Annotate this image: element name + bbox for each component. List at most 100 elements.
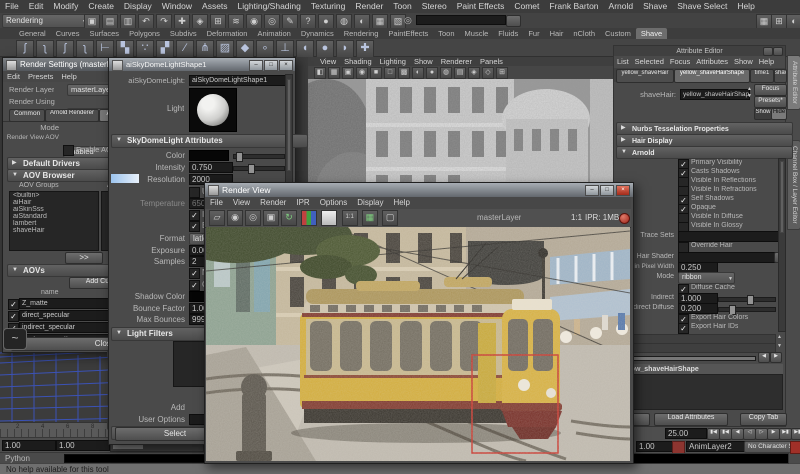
slider-handle[interactable] [747, 295, 754, 305]
list-item[interactable]: lambert [10, 220, 98, 227]
snapshot-icon[interactable]: ▣ [263, 210, 279, 226]
shelf-item-icon[interactable]: ▨ [216, 40, 234, 58]
scrollbar-thumb[interactable] [780, 161, 784, 233]
panel-menu-item[interactable]: Lighting [376, 57, 410, 66]
viewport-tool-icon[interactable]: ◧ [314, 67, 326, 79]
notes-left-button[interactable]: ◀ [758, 352, 770, 363]
maximize-button[interactable]: □ [264, 60, 278, 71]
ae-menu-item[interactable]: Attributes [693, 56, 731, 67]
viewport-tool-icon[interactable]: ▤ [454, 67, 466, 79]
indirect-diffuse-field[interactable]: 0.200 [678, 303, 718, 314]
shelf-item-icon[interactable]: ◆ [236, 40, 254, 58]
script-output-bar[interactable] [613, 453, 789, 464]
viewport-tool-icon[interactable]: ◇ [482, 67, 494, 79]
search-icon[interactable]: ◎ [404, 15, 412, 26]
skydome-node-field[interactable]: aiSkyDomeLightShape1 [189, 75, 293, 86]
range-start2-field[interactable]: 1.00 [56, 440, 110, 451]
rv-menu-item[interactable]: IPR [291, 197, 314, 209]
list-item[interactable]: aiStandard [10, 213, 98, 220]
search-options-button[interactable] [506, 15, 521, 27]
shelf-item-icon[interactable]: ∘ [256, 40, 274, 58]
maximize-button[interactable]: □ [600, 185, 614, 196]
viewport-tool-icon[interactable]: ▩ [398, 67, 410, 79]
alpha-channel-icon[interactable] [321, 210, 337, 226]
shelf-item-icon[interactable]: ◗ [336, 40, 354, 58]
shelf-item-icon[interactable]: ʃ [16, 40, 34, 58]
go-to-end-button[interactable]: ▶▮ [791, 428, 800, 440]
list-item[interactable]: shaveHair [10, 227, 98, 234]
normalize-checkbox[interactable]: ✓ [189, 268, 200, 279]
trace-sets-field[interactable] [678, 231, 784, 242]
shelf-item-icon[interactable]: ʃ [56, 40, 74, 58]
region-render-icon[interactable]: ▦ [362, 210, 378, 226]
panel-pin-button[interactable] [763, 47, 773, 56]
mode-dropdown[interactable]: ribbon▼ [678, 272, 735, 284]
menu-item[interactable]: Shave [638, 0, 672, 13]
rv-menu-item[interactable]: Options [315, 197, 353, 209]
light-sample-swatch[interactable] [189, 88, 237, 132]
ae-menu-item[interactable]: Help [756, 56, 777, 67]
redo-render-icon[interactable]: ◎ [245, 210, 261, 226]
move-aov-button[interactable]: >> [65, 252, 103, 264]
rv-image-area[interactable] [206, 227, 630, 461]
intensity-slider[interactable] [233, 166, 285, 171]
focus-button[interactable]: Focus [754, 84, 787, 96]
shelf-tab[interactable]: Fur [523, 28, 544, 39]
slider-handle[interactable] [248, 164, 255, 174]
panel-menu-item[interactable]: Show [410, 57, 437, 66]
list-item[interactable]: <builtin> [10, 192, 98, 199]
panel-menu-item[interactable]: View [316, 57, 340, 66]
rgb-channels-icon[interactable] [301, 210, 317, 226]
rs-menu-item[interactable]: Presets [24, 71, 57, 82]
indirect-diffuse-slider[interactable] [718, 307, 776, 312]
swap-up-icon[interactable]: ▲ [747, 86, 752, 92]
panel-close-button[interactable] [773, 47, 783, 56]
ae-menu-item[interactable]: Selected [632, 56, 667, 67]
rv-menu-item[interactable]: Display [352, 197, 388, 209]
ae-menu-item[interactable]: Show [731, 56, 756, 67]
shelf-item-icon[interactable]: ʅ [36, 40, 54, 58]
render-view-window[interactable]: Render View – □ × FileViewRenderIPROptio… [204, 182, 634, 464]
close-button[interactable]: × [279, 60, 293, 71]
menu-item[interactable]: Frank Barton [544, 0, 603, 13]
anim-layer-field[interactable]: AnimLayer2 [686, 441, 746, 452]
shelf-item-icon[interactable]: ● [316, 40, 334, 58]
minimize-button[interactable]: – [249, 60, 263, 71]
open-image-icon[interactable]: ▱ [209, 210, 225, 226]
intensity-field[interactable]: 0.750 [189, 162, 233, 173]
rv-menu-item[interactable]: Help [389, 197, 415, 209]
shelf-tab[interactable]: Custom [600, 28, 636, 39]
notes-resize-slider[interactable] [616, 356, 756, 361]
shelf-item-icon[interactable]: ʅ [76, 40, 94, 58]
menu-item-help[interactable]: Help [732, 0, 759, 13]
menu-item[interactable]: Arnold [604, 0, 639, 13]
hide-button[interactable]: Hide [771, 108, 787, 120]
rv-menu-item[interactable]: File [205, 197, 228, 209]
shelf-tab[interactable]: Curves [51, 28, 85, 39]
close-button[interactable]: × [616, 185, 630, 196]
load-attributes-button[interactable]: Load Attributes [654, 413, 728, 426]
viewport-tool-icon[interactable]: ◍ [440, 67, 452, 79]
show-button[interactable]: Show [754, 108, 772, 120]
copy-tab-button[interactable]: Copy Tab [740, 413, 787, 426]
ae-menu-item[interactable]: List [614, 56, 632, 67]
color-slider[interactable] [233, 154, 285, 159]
aov-name-field[interactable]: direct_specular [19, 310, 109, 321]
ae-scrollbar[interactable] [778, 158, 786, 332]
aov-row-checkbox[interactable]: ✓ [8, 299, 19, 310]
one-to-one-icon[interactable]: 1:1 [342, 210, 358, 226]
aov-name-field[interactable]: Z_matte [19, 298, 109, 309]
ae-tab-active[interactable]: yellow_shaveHairShape [674, 69, 750, 83]
menu-item[interactable]: Stereo [417, 0, 452, 13]
shelf-tab[interactable]: Fluids [493, 28, 523, 39]
viewport-tool-icon[interactable]: ▣ [342, 67, 354, 79]
side-tab-attribute-editor[interactable]: Attribute Editor [787, 55, 800, 110]
notes-box[interactable] [616, 374, 783, 410]
shelf-item-icon[interactable]: ✚ [356, 40, 374, 58]
indirect-slider[interactable] [718, 297, 776, 302]
viewport-tool-icon[interactable]: ⊞ [496, 67, 508, 79]
emit-diffuse-checkbox[interactable]: ✓ [189, 221, 200, 232]
rv-menu-item[interactable]: View [228, 197, 255, 209]
viewport-tool-icon[interactable]: ◉ [356, 67, 368, 79]
viewport-tool-icon[interactable]: □ [384, 67, 396, 79]
